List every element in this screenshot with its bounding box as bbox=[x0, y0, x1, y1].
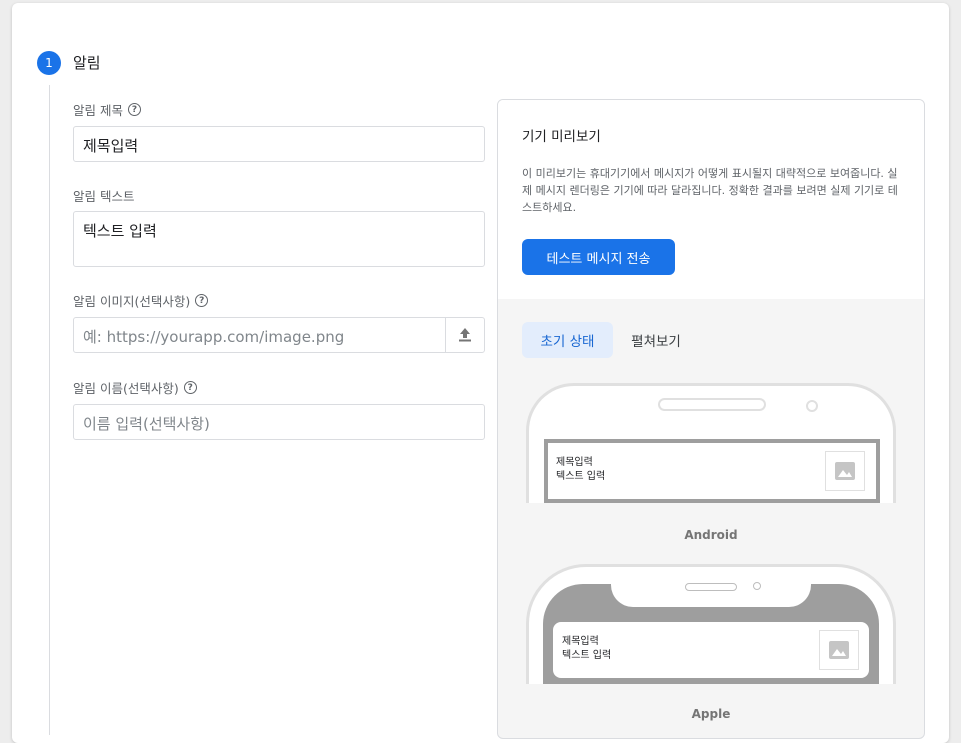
text-label-row: 알림 텍스트 bbox=[73, 186, 134, 205]
title-label: 알림 제목 bbox=[73, 103, 123, 118]
image-icon bbox=[835, 462, 855, 480]
android-notif-text: 텍스트 입력 bbox=[556, 471, 606, 482]
apple-notch bbox=[611, 581, 811, 607]
android-image-placeholder bbox=[825, 451, 865, 491]
device-preview-panel: 기기 미리보기 이 미리보기는 휴대기기에서 메시지가 어떻게 표시될지 대략적… bbox=[497, 99, 925, 739]
android-label: Android bbox=[684, 528, 738, 542]
image-icon bbox=[829, 641, 849, 659]
step-connector-line bbox=[49, 85, 50, 735]
send-test-message-button[interactable]: 테스트 메시지 전송 bbox=[522, 239, 675, 275]
name-label: 알림 이름(선택사항) bbox=[73, 381, 179, 396]
android-speaker bbox=[658, 398, 766, 411]
android-notif-title: 제목입력 bbox=[556, 457, 593, 468]
apple-notification: 제목입력 텍스트 입력 bbox=[553, 622, 869, 678]
preview-description: 이 미리보기는 휴대기기에서 메시지가 어떻게 표시될지 대략적으로 보여줍니다… bbox=[522, 167, 898, 214]
text-input[interactable]: 텍스트 입력 bbox=[73, 211, 485, 267]
image-label-row: 알림 이미지(선택사항) ? bbox=[73, 291, 209, 310]
step-title: 알림 bbox=[73, 54, 101, 72]
text-label: 알림 텍스트 bbox=[73, 189, 135, 204]
step-number-badge: 1 bbox=[37, 51, 61, 75]
upload-icon bbox=[459, 328, 471, 342]
tab-expanded[interactable]: 펼쳐보기 bbox=[617, 322, 695, 358]
android-phone-frame: 제목입력 텍스트 입력 bbox=[526, 383, 896, 503]
help-icon[interactable]: ? bbox=[183, 381, 197, 394]
android-camera bbox=[806, 400, 818, 412]
title-input[interactable]: 제목입력 bbox=[73, 126, 485, 162]
apple-camera bbox=[753, 582, 761, 590]
name-label-row: 알림 이름(선택사항) ? bbox=[73, 378, 197, 397]
android-screen: 제목입력 텍스트 입력 bbox=[544, 439, 880, 503]
apple-notif-title: 제목입력 bbox=[562, 636, 599, 647]
apple-screen: 제목입력 텍스트 입력 bbox=[543, 581, 879, 684]
preview-title: 기기 미리보기 bbox=[522, 129, 601, 145]
preview-header: 기기 미리보기 이 미리보기는 휴대기기에서 메시지가 어떻게 표시될지 대략적… bbox=[498, 100, 924, 299]
apple-speaker bbox=[685, 583, 737, 591]
help-icon[interactable]: ? bbox=[195, 294, 209, 307]
image-label: 알림 이미지(선택사항) bbox=[73, 294, 191, 309]
apple-label: Apple bbox=[691, 707, 731, 721]
name-input[interactable]: 이름 입력(선택사항) bbox=[73, 404, 485, 440]
tab-initial-state[interactable]: 초기 상태 bbox=[522, 322, 613, 358]
apple-image-placeholder bbox=[819, 630, 859, 670]
help-icon[interactable]: ? bbox=[127, 103, 141, 116]
apple-phone-frame: 제목입력 텍스트 입력 bbox=[526, 564, 896, 684]
title-label-row: 알림 제목 ? bbox=[73, 100, 141, 119]
apple-notif-text: 텍스트 입력 bbox=[562, 650, 612, 661]
upload-button[interactable] bbox=[445, 317, 485, 353]
image-url-input[interactable]: 예: https://yourapp.com/image.png bbox=[73, 317, 446, 353]
android-notification: 제목입력 텍스트 입력 bbox=[548, 443, 876, 499]
